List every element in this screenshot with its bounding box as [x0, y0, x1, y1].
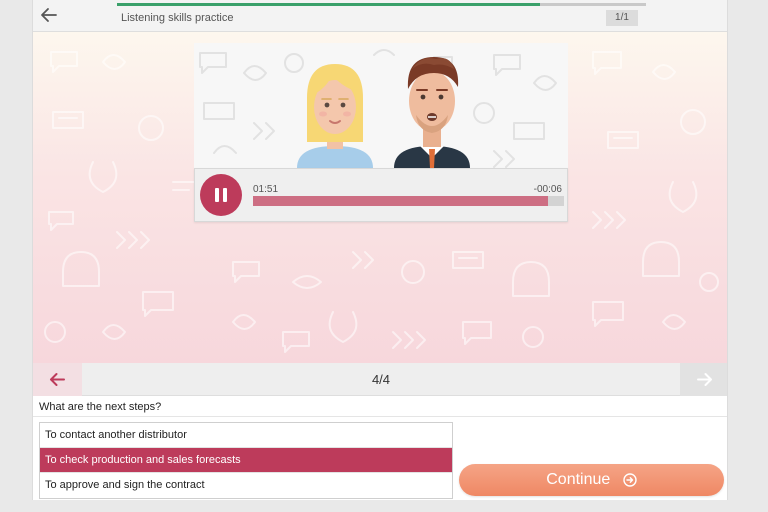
audio-seek-bar[interactable] — [253, 196, 564, 206]
answer-options-list: To contact another distributor To check … — [39, 422, 453, 499]
remaining-time: -00:06 — [533, 184, 562, 195]
page-indicator: 1/1 — [606, 10, 638, 26]
question-navigation: 4/4 — [33, 363, 727, 396]
continue-label: Continue — [546, 471, 611, 488]
answer-option[interactable]: To contact another distributor — [40, 423, 452, 448]
pause-button[interactable] — [200, 174, 242, 216]
arrow-left-icon — [41, 8, 57, 22]
top-bar: Listening skills practice 1/1 — [33, 0, 727, 32]
speakers-illustration — [199, 49, 557, 168]
man-figure — [394, 57, 470, 168]
back-button[interactable] — [39, 6, 59, 24]
listening-stage: 01:51 -00:06 — [33, 32, 727, 363]
answer-option[interactable]: To check production and sales forecasts — [40, 448, 452, 473]
dialogue-illustration — [194, 43, 568, 168]
question-counter: 4/4 — [371, 372, 391, 387]
question-text: What are the next steps? — [39, 401, 162, 413]
lesson-title: Listening skills practice — [121, 12, 234, 24]
app-window: Listening skills practice 1/1 01:51 -00:… — [32, 0, 728, 500]
elapsed-time: 01:51 — [253, 184, 279, 195]
audio-seek-fill — [253, 196, 549, 206]
next-question-button[interactable] — [680, 363, 727, 396]
audio-player: 01:51 -00:06 — [194, 168, 568, 222]
woman-figure — [297, 64, 373, 168]
arrow-left-icon — [50, 373, 65, 386]
answer-option[interactable]: To approve and sign the contract — [40, 473, 452, 498]
continue-button[interactable]: Continue — [459, 464, 724, 496]
arrow-right-icon — [697, 373, 712, 386]
lesson-progress-fill — [117, 3, 541, 6]
lesson-progress-bar — [117, 3, 646, 6]
arrow-circle-right-icon — [623, 473, 637, 487]
previous-question-button[interactable] — [33, 363, 82, 396]
divider — [33, 416, 727, 417]
